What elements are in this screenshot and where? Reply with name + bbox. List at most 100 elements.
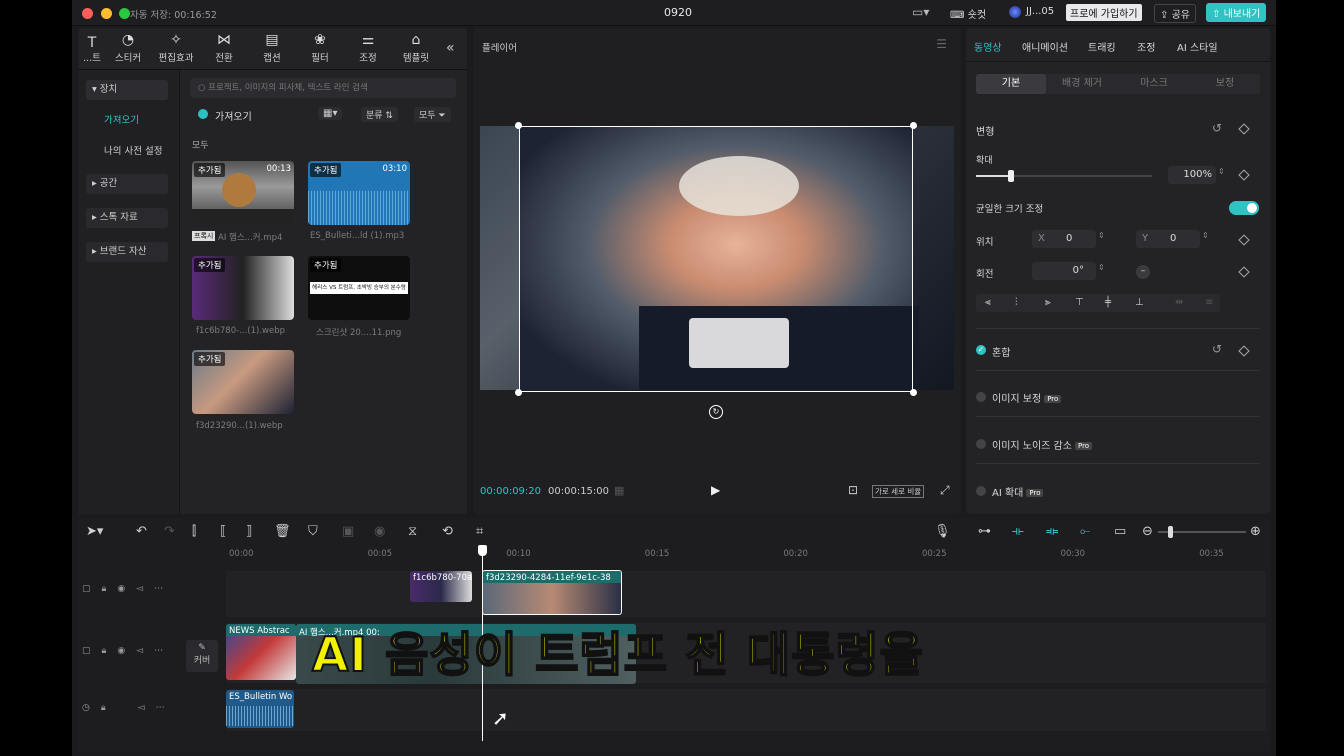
subtab-remove-bg[interactable]: 배경 제거 [1046,74,1118,94]
export-button[interactable]: ⇧ 내보내기 [1206,3,1267,22]
sidebar-item-device[interactable]: ▾ 장치 [86,80,168,100]
split-right-icon[interactable]: ⟧ [246,524,252,539]
delete-icon[interactable]: 🗑 [274,524,291,539]
tab-animation[interactable]: 애니메이션 [1022,39,1068,54]
undo-icon[interactable]: ↶ [136,524,147,539]
subtab-enhance[interactable]: 보정 [1190,74,1260,94]
align-top-icon[interactable]: ⊤ [1075,294,1084,312]
view-mode-button[interactable]: ▦▾ [318,107,343,120]
keyframe-icon[interactable] [1238,266,1250,278]
blend-checkbox[interactable]: ✓ [976,345,986,355]
toolbar-adjust-button[interactable]: ⚌ 조정 [346,32,390,64]
timeline-clip[interactable]: NEWS Abstrac [226,624,296,680]
subtab-basic[interactable]: 기본 [976,74,1046,94]
collapse-panel-icon[interactable]: « [446,40,455,56]
join-pro-button[interactable]: 프로에 가입하기 [1066,4,1142,21]
resize-handle[interactable] [515,389,522,396]
uniform-scale-toggle[interactable] [1229,201,1259,215]
reset-icon[interactable]: ↺ [1212,121,1222,135]
speaker-icon[interactable]: ◅ [136,646,154,656]
timeline-clip[interactable]: f1c6b780-70a [410,571,472,602]
keyframe-icon[interactable] [1238,345,1250,357]
zoom-out-icon[interactable]: ⊖ [1142,524,1153,539]
toolbar-effects-button[interactable]: ✧ 편집효과 [154,32,198,64]
preview-axis-icon[interactable]: ⟜ [1080,524,1090,539]
rotation-input[interactable]: 0° [1032,262,1096,280]
enhance-checkbox[interactable] [976,392,986,402]
position-x-input[interactable]: X0 [1032,230,1096,248]
linkage-icon[interactable]: ⟚ [1046,524,1058,539]
aspect-ratio-button[interactable]: 가로 세로 비율 [872,485,925,498]
lock-icon[interactable]: 🔒︎ [102,646,118,656]
lock-icon[interactable]: 🔒︎ [101,703,117,713]
media-item-image[interactable]: 추가됨 [192,350,294,414]
link-icon[interactable]: ⊶ [978,524,991,539]
tab-tracking[interactable]: 트래킹 [1088,39,1116,54]
mirror-icon[interactable]: ⧖ [408,524,417,539]
toolbar-sticker-button[interactable]: ◔ 스티커 [106,32,150,64]
media-item-video[interactable]: 추가됨 00:13 [192,161,294,225]
redo-icon[interactable]: ↷ [164,524,175,539]
close-window-button[interactable] [82,8,93,19]
sidebar-item-import[interactable]: 가져오기 [98,111,180,131]
sidebar-item-space[interactable]: ▸ 공간 [86,174,168,194]
zoom-in-icon[interactable]: ⊕ [1250,524,1261,539]
filter-button[interactable]: 모두 ⏷ [414,107,451,122]
stepper-icon[interactable]: ⇕ [1218,167,1225,176]
maximize-window-button[interactable] [119,8,130,19]
position-y-input[interactable]: Y0 [1136,230,1200,248]
slider-handle[interactable] [1168,526,1173,538]
shield-icon[interactable]: ⛉ [308,524,318,539]
stepper-icon[interactable]: ⇕ [1098,231,1105,240]
split-icon[interactable]: ⫿ [192,524,196,539]
toolbar-filter-button[interactable]: ❀ 필터 [298,32,342,64]
screen-icon[interactable]: ▭ [1114,524,1126,539]
timecode-grid-icon[interactable]: ▦ [614,484,624,497]
media-item-audio[interactable]: 추가됨 03:10 [308,161,410,225]
playhead-handle[interactable] [478,545,487,556]
resize-handle[interactable] [910,122,917,129]
sidebar-item-stock[interactable]: ▸ 스톡 자료 [86,208,168,228]
scale-slider[interactable] [976,170,1152,182]
import-button[interactable]: 가져오기 [215,108,252,123]
microphone-icon[interactable]: 🎙 [934,524,951,539]
toolbar-caption-button[interactable]: ▤ 캡션 [250,32,294,64]
keyframe-icon[interactable] [1238,123,1250,135]
play-icon[interactable]: ▶ [711,483,720,497]
keyframe-icon[interactable] [1238,169,1250,181]
rotate-handle-icon[interactable]: ↻ [709,405,723,419]
avatar[interactable] [1009,6,1021,18]
eye-icon[interactable]: ◉ [117,646,136,656]
stepper-icon[interactable]: ⇕ [1098,263,1105,272]
speaker-icon[interactable]: ◅ [136,584,154,594]
rotation-dial[interactable]: – [1136,265,1150,279]
split-left-icon[interactable]: ⟦ [220,524,226,539]
cover-button[interactable]: ✎ 커버 [186,640,218,672]
share-button[interactable]: ⇪ 공유 [1154,4,1196,23]
sidebar-item-presets[interactable]: 나의 사전 설정 [98,142,188,162]
minimize-window-button[interactable] [101,8,112,19]
tab-video[interactable]: 동영상 [974,39,1002,54]
reverse-icon[interactable]: ◉ [374,524,385,539]
scale-input[interactable]: 100% [1168,166,1216,184]
crop-icon[interactable]: ⌗ [476,524,483,539]
select-tool-icon[interactable]: ➤▾ [86,524,103,539]
more-icon[interactable]: ⋯ [154,646,174,656]
align-left-icon[interactable]: ⫷ [985,294,991,312]
slider-handle[interactable] [1008,170,1015,182]
resize-handle[interactable] [515,122,522,129]
timeline-audio-clip[interactable]: ES_Bulletin Wo [226,690,294,728]
keyframe-icon[interactable] [1238,234,1250,246]
resize-handle[interactable] [910,389,917,396]
timeline-clip-selected[interactable]: f3d23290-4284-11ef-9e1c-38 [482,570,622,615]
align-right-icon[interactable]: ⫸ [1045,294,1051,312]
layout-icon[interactable]: ▭▾ [912,5,929,19]
zoom-slider[interactable] [1158,526,1246,538]
toolbar-transition-button[interactable]: ⋈ 전환 [202,32,246,64]
align-bottom-icon[interactable]: ⊥ [1135,294,1144,312]
selection-box[interactable] [519,126,913,392]
more-icon[interactable]: ⋯ [156,703,176,713]
distribute-v-icon[interactable]: ≡ [1205,294,1213,312]
rotate-icon[interactable]: ⟲ [442,524,453,539]
align-center-icon[interactable]: ⫶ [1015,294,1018,312]
